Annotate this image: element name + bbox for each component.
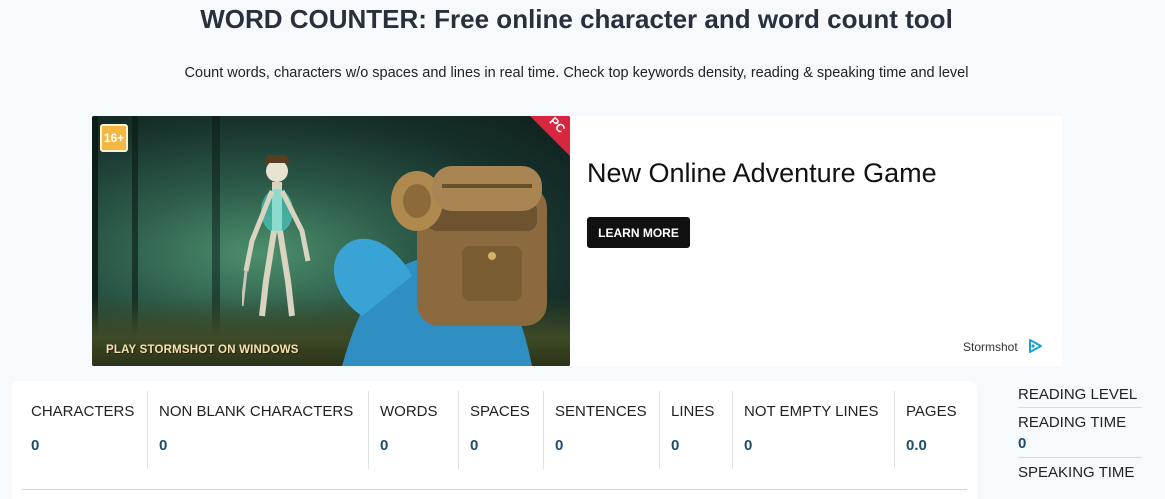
stat-label: LINES — [671, 403, 715, 420]
page-title: WORD COUNTER: Free online character and … — [200, 4, 953, 34]
stat-label: WORDS — [380, 403, 438, 420]
stat-label: NOT EMPTY LINES — [744, 403, 879, 420]
ad-image[interactable]: 16+ PC PLAY STORMSHOT ON WINDOWS — [92, 116, 570, 366]
stat-value: 0 — [380, 437, 389, 454]
reading-level: READING LEVEL — [1018, 380, 1142, 408]
advertisement[interactable]: 16+ PC PLAY STORMSHOT ON WINDOWS New Onl… — [92, 116, 1062, 366]
stat-value: 0 — [671, 437, 680, 454]
stat-label: PAGES — [906, 403, 957, 420]
page: WORD COUNTER: Free online character and … — [0, 0, 1165, 499]
reading-time-label: READING TIME — [1018, 414, 1127, 431]
reading-level-label: READING LEVEL — [1018, 386, 1138, 403]
stats-divider — [22, 489, 967, 490]
stat-words: WORDS 0 — [369, 391, 459, 469]
age-rating-badge: 16+ — [100, 124, 128, 152]
stat-spaces: SPACES 0 — [459, 391, 544, 469]
speaking-time: SPEAKING TIME — [1018, 458, 1142, 485]
stat-label: SPACES — [470, 403, 530, 420]
reading-stats-panel: READING LEVEL READING TIME 0 SPEAKING TI… — [1018, 380, 1142, 485]
stats-row: CHARACTERS 0 NON BLANK CHARACTERS 0 WORD… — [20, 391, 977, 469]
speaking-time-label: SPEAKING TIME — [1018, 464, 1135, 481]
stat-label: NON BLANK CHARACTERS — [159, 403, 354, 420]
stat-pages: PAGES 0.0 — [895, 391, 977, 469]
stat-value: 0 — [470, 437, 479, 454]
learn-more-button[interactable]: LEARN MORE — [587, 217, 690, 248]
skeleton-figure — [242, 155, 311, 317]
stat-characters: CHARACTERS 0 — [20, 391, 148, 469]
stat-non-blank-characters: NON BLANK CHARACTERS 0 — [148, 391, 369, 469]
stat-value: 0 — [31, 437, 40, 454]
stat-value: 0 — [555, 437, 564, 454]
stat-lines: LINES 0 — [660, 391, 733, 469]
hero-figure — [333, 166, 547, 366]
page-subtitle: Count words, characters w/o spaces and l… — [184, 65, 969, 81]
ad-image-caption: PLAY STORMSHOT ON WINDOWS — [106, 344, 299, 356]
stat-label: CHARACTERS — [31, 403, 135, 420]
reading-time-value: 0 — [1018, 435, 1027, 452]
stat-sentences: SENTENCES 0 — [544, 391, 660, 469]
stat-label: SENTENCES — [555, 403, 647, 420]
ad-headline[interactable]: New Online Adventure Game — [587, 158, 937, 189]
stat-value: 0 — [159, 437, 168, 454]
reading-time: READING TIME 0 — [1018, 408, 1142, 458]
stat-value: 0.0 — [906, 437, 927, 454]
stats-card: CHARACTERS 0 NON BLANK CHARACTERS 0 WORD… — [12, 381, 977, 499]
stat-not-empty-lines: NOT EMPTY LINES 0 — [733, 391, 895, 469]
stat-value: 0 — [744, 437, 753, 454]
adchoices-icon[interactable] — [1027, 338, 1043, 354]
ad-brand[interactable]: Stormshot — [963, 340, 1018, 354]
